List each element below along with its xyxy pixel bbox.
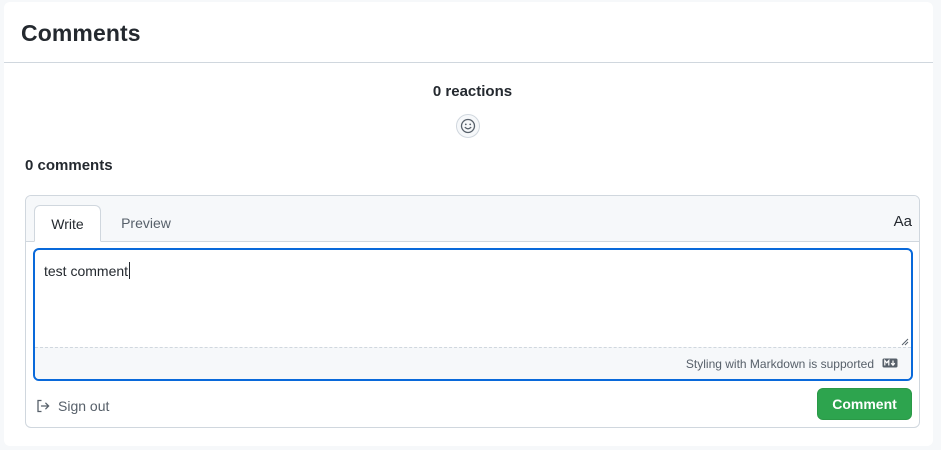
- text-caret: [129, 262, 131, 279]
- smiley-icon: [460, 118, 476, 134]
- comment-input-value: test comment: [44, 262, 131, 279]
- tab-preview[interactable]: Preview: [109, 205, 183, 242]
- title-divider: [4, 62, 933, 63]
- markdown-hint: Styling with Markdown is supported: [685, 357, 874, 371]
- add-reaction-button[interactable]: [456, 114, 480, 138]
- sign-out-icon: [37, 399, 50, 413]
- panel-title: Comments: [21, 20, 141, 46]
- comment-editor: Write Preview Aa test comment Styling wi…: [25, 195, 920, 428]
- comment-submit-button[interactable]: Comment: [817, 388, 912, 420]
- font-toggle-button[interactable]: Aa: [894, 213, 912, 230]
- editor-tabs-bar: Write Preview Aa: [26, 196, 919, 242]
- resize-grip-icon[interactable]: [901, 338, 909, 346]
- sign-out-label: Sign out: [58, 398, 110, 414]
- comment-textarea[interactable]: test comment Styling with Markdown is su…: [33, 248, 913, 381]
- tab-write[interactable]: Write: [34, 205, 101, 242]
- markdown-hint-bar: Styling with Markdown is supported: [35, 347, 911, 379]
- comments-panel: Comments 0 reactions 0 comments Write Pr…: [4, 2, 933, 446]
- reactions-count: 0 reactions: [432, 83, 513, 100]
- comments-count: 0 comments: [25, 157, 113, 174]
- sign-out-button[interactable]: Sign out: [36, 396, 109, 416]
- markdown-icon[interactable]: [882, 358, 898, 368]
